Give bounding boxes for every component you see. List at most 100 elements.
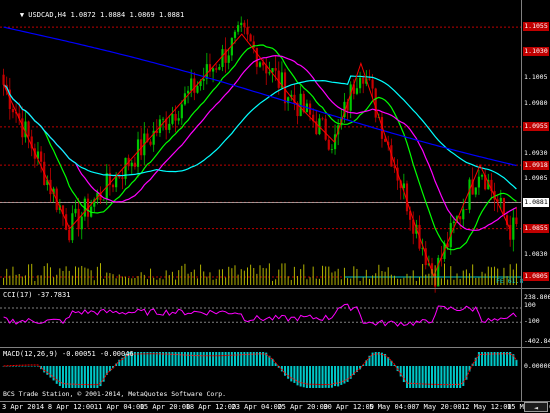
macd-histogram-bar xyxy=(212,352,215,366)
ma-fast-line xyxy=(3,44,517,251)
candle-body xyxy=(111,184,115,188)
price-level-tag: 1.0805 xyxy=(523,272,549,282)
scroll-to-end-button[interactable]: ◄ xyxy=(524,402,548,412)
candle-body xyxy=(186,90,190,94)
macd-histogram-bar xyxy=(193,352,196,366)
candle-body xyxy=(130,162,133,167)
macd-histogram-bar xyxy=(230,352,233,366)
macd-histogram-bar xyxy=(177,352,180,366)
candle-body xyxy=(171,113,174,124)
candle-body xyxy=(202,78,205,81)
candle-body xyxy=(452,221,455,224)
macd-histogram-bar xyxy=(68,366,71,388)
time-axis-label: 25 Apr 20:00 xyxy=(277,403,329,411)
candle-body xyxy=(402,183,405,189)
panel-separator-macd[interactable] xyxy=(0,347,550,348)
macd-label: MACD(12,26,9) -0.00051 -0.00046 xyxy=(3,350,134,358)
macd-histogram-bar xyxy=(293,366,296,383)
cci-scale-min: -402.849 xyxy=(524,337,550,345)
macd-histogram-bar xyxy=(199,352,202,366)
macd-histogram-bar xyxy=(190,352,193,366)
macd-histogram-bar xyxy=(218,352,221,366)
candle-body xyxy=(512,217,515,240)
candle-body xyxy=(211,68,215,72)
candle-body xyxy=(355,88,359,94)
cci-scale-100: 100 xyxy=(524,301,536,309)
candle-body xyxy=(102,199,105,201)
macd-histogram-bar xyxy=(290,366,293,382)
candle-body xyxy=(368,78,371,80)
macd-histogram-bar xyxy=(49,366,52,378)
macd-histogram-bar xyxy=(46,366,49,375)
candle-body xyxy=(268,72,271,74)
candle-body xyxy=(240,22,243,26)
candle-body xyxy=(480,174,484,177)
macd-histogram-bar xyxy=(21,366,24,367)
candle-body xyxy=(349,84,352,111)
ma-long-line xyxy=(3,26,517,167)
candle-body xyxy=(233,31,237,38)
price-scale-label: 1.0930 xyxy=(524,149,548,158)
candle-body xyxy=(371,79,374,89)
candle-body xyxy=(149,141,152,145)
price-scale-label: 1.0905 xyxy=(524,174,548,183)
candle-body xyxy=(252,41,255,48)
macd-histogram-bar xyxy=(271,358,274,366)
symbol-label: USDCAD,H4 xyxy=(28,11,67,19)
price-level-tag: 1.0855 xyxy=(523,224,549,234)
candle-body xyxy=(477,176,481,188)
candle-body xyxy=(133,162,137,167)
macd-histogram-bar xyxy=(11,366,14,367)
panel-separator-cci[interactable] xyxy=(0,288,550,289)
macd-histogram-bar xyxy=(227,352,230,366)
macd-histogram-bar xyxy=(208,352,211,366)
candle-body xyxy=(362,77,365,84)
macd-histogram-bar xyxy=(30,366,33,367)
macd-histogram-bar xyxy=(108,366,111,372)
candle-body xyxy=(39,151,43,162)
macd-histogram-bar xyxy=(299,366,302,387)
candle-body xyxy=(193,78,196,93)
candle-body xyxy=(255,47,258,67)
candle-body xyxy=(161,118,165,120)
candle-body xyxy=(515,217,518,225)
candle-body xyxy=(274,68,277,71)
price-axis-separator xyxy=(521,0,522,401)
time-axis-label: 3 Apr 2014 xyxy=(2,403,45,411)
macd-histogram-bar xyxy=(55,366,58,384)
candle-body xyxy=(196,86,199,93)
candle-body xyxy=(190,78,193,91)
price-scale-label: 1.1005 xyxy=(524,73,548,82)
macd-histogram-bar xyxy=(187,352,190,366)
candle-body xyxy=(324,118,327,140)
time-axis-label: 8 Apr 12:00 xyxy=(47,403,95,411)
candle-body xyxy=(327,139,330,150)
candle-body xyxy=(462,209,465,220)
macd-histogram-bar xyxy=(465,366,468,380)
fibo-label: FE 61.8 xyxy=(496,277,524,285)
candle-body xyxy=(499,197,502,202)
candle-body xyxy=(459,216,462,220)
macd-histogram-bar xyxy=(183,352,186,366)
macd-histogram-bar xyxy=(296,366,299,386)
macd-histogram-bar xyxy=(515,359,518,366)
time-axis-label: 7 May 20:00 xyxy=(415,403,462,411)
candle-body xyxy=(180,104,183,119)
candle-body xyxy=(218,66,221,70)
macd-histogram-bar xyxy=(33,366,36,367)
macd-histogram-bar xyxy=(24,366,27,367)
macd-histogram-bar xyxy=(233,352,236,366)
candle-body xyxy=(246,27,249,35)
candle-body xyxy=(68,229,71,241)
candle-body xyxy=(237,25,240,32)
cci-scale-minus100: -100 xyxy=(524,317,540,325)
macd-histogram-bar xyxy=(421,366,424,388)
candle-body xyxy=(249,34,252,42)
chart-window[interactable]: ▼ USDCAD,H4 1.0872 1.0884 1.0869 1.0881 … xyxy=(0,0,550,413)
candle-body xyxy=(277,70,280,88)
current-price-tag: 1.0881 xyxy=(523,197,549,207)
time-axis-label: 18 Apr 12:00 xyxy=(185,403,237,411)
price-scale-label: 1.0830 xyxy=(524,249,548,258)
macd-histogram-bar xyxy=(474,357,477,366)
macd-histogram-bar xyxy=(352,366,355,375)
